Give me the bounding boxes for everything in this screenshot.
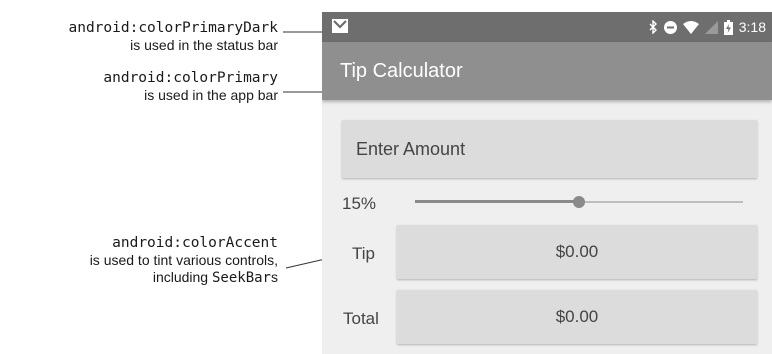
- gmail-icon: [332, 19, 348, 33]
- do-not-disturb-icon: [663, 20, 677, 34]
- tip-percent-seekbar[interactable]: [415, 196, 743, 208]
- annotation-color-primary: android:colorPrimary is used in the app …: [103, 70, 278, 104]
- annotation-text: including: [152, 269, 212, 286]
- annotation-code: SeekBar: [211, 270, 271, 287]
- seekbar-thumb[interactable]: [573, 196, 585, 208]
- tip-label: Tip: [352, 244, 375, 263]
- app-title: Tip Calculator: [340, 60, 463, 82]
- annotation-description: is used in the app bar: [144, 87, 278, 104]
- battery-charging-icon: [723, 19, 733, 35]
- wifi-icon: [682, 20, 699, 34]
- seekbar-progress: [415, 200, 579, 203]
- annotation-attribute: android:colorPrimary: [103, 70, 278, 86]
- phone-screen: 3:18 Tip Calculator Enter Amount 15% Tip…: [322, 12, 772, 354]
- annotation-description-line2: including SeekBars: [90, 269, 278, 287]
- percent-label: 15%: [342, 194, 377, 213]
- annotation-attribute: android:colorPrimaryDark: [68, 20, 278, 36]
- tip-value: $0.00: [397, 225, 757, 279]
- annotation-text: s: [271, 269, 278, 286]
- annotation-color-primary-dark: android:colorPrimaryDark is used in the …: [68, 20, 278, 54]
- bluetooth-icon: [649, 20, 657, 34]
- app-bar: Tip Calculator: [322, 42, 772, 100]
- cell-signal-icon: [704, 20, 718, 34]
- total-value: $0.00: [397, 290, 757, 344]
- status-icons: 3:18: [649, 17, 766, 37]
- annotation-description: is used in the status bar: [130, 37, 278, 54]
- total-label: Total: [343, 309, 379, 328]
- status-time: 3:18: [738, 19, 766, 35]
- annotation-attribute: android:colorAccent: [112, 235, 278, 251]
- status-bar: 3:18: [322, 12, 772, 42]
- annotation-description: is used to tint various controls,: [89, 252, 278, 269]
- amount-input[interactable]: Enter Amount: [342, 120, 757, 178]
- annotation-color-accent: android:colorAccent is used to tint vari…: [90, 235, 278, 287]
